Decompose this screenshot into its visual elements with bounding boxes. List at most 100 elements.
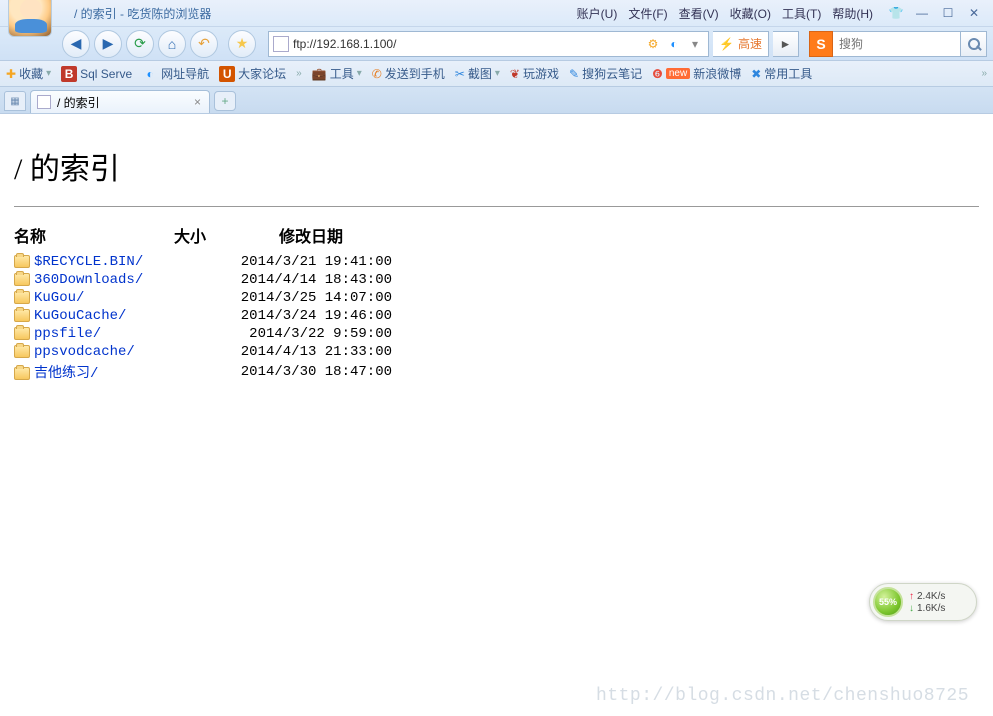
navigation-toolbar: ◀ ▶ ⟳ ⌂ ↶ ★ ⚙ ◐ ▾ ⚡ 高速 ► S [0, 27, 993, 61]
tab-active[interactable]: / 的索引 × [30, 90, 210, 113]
tabs-tile-button[interactable]: ▦ [4, 91, 26, 111]
bookmark-icon: U [219, 66, 235, 82]
skin-icon[interactable]: 👕 [887, 4, 905, 22]
cell-date: 2014/4/14 18:43:00 [230, 271, 400, 289]
new-tab-button[interactable]: + [214, 91, 236, 111]
menu-help[interactable]: 帮助(H) [828, 5, 877, 22]
briefcase-icon: 💼 [312, 67, 327, 81]
favorite-button[interactable]: ★ [228, 30, 256, 58]
bookmark-forum[interactable]: U大家论坛 [219, 65, 286, 82]
network-monitor[interactable]: 55% ↑2.4K/s ↓1.6K/s [869, 583, 977, 621]
forward-button[interactable]: ▶ [94, 30, 122, 58]
undo-button[interactable]: ↶ [190, 30, 218, 58]
bookmark-sitenav[interactable]: ◐网址导航 [142, 65, 209, 82]
cell-size [174, 253, 230, 271]
cpu-dial: 55% [873, 587, 903, 617]
page-icon [273, 36, 289, 52]
speed-label: 高速 [738, 35, 762, 52]
directory-link[interactable]: KuGouCache/ [34, 308, 126, 324]
close-button[interactable]: ✕ [965, 4, 983, 22]
divider [14, 206, 979, 207]
folder-icon [14, 273, 30, 286]
table-row: KuGou/2014/3/25 14:07:00 [14, 289, 400, 307]
ext-games[interactable]: ❦玩游戏 [510, 65, 559, 82]
menu-account[interactable]: 账户(U) [573, 5, 622, 22]
addr-dropdown-icon[interactable]: ▾ [686, 35, 704, 53]
directory-listing: 名称 大小 修改日期 $RECYCLE.BIN/2014/3/21 19:41:… [14, 221, 400, 383]
user-avatar[interactable] [8, 0, 52, 37]
lightning-icon: ⚡ [719, 37, 734, 51]
upload-speed: 2.4K/s [917, 591, 945, 602]
window-title: / 的索引 - 吃货陈的浏览器 [60, 5, 573, 22]
folder-icon [14, 309, 30, 322]
ext-sendtophone[interactable]: ✆发送到手机 [372, 65, 445, 82]
back-button[interactable]: ◀ [62, 30, 90, 58]
col-size: 大小 [174, 221, 230, 253]
directory-link[interactable]: $RECYCLE.BIN/ [34, 254, 143, 270]
cell-size [174, 307, 230, 325]
directory-link[interactable]: KuGou/ [34, 290, 84, 306]
speed-mode[interactable]: ⚡ 高速 [713, 31, 769, 57]
close-tab-icon[interactable]: × [194, 95, 201, 109]
overflow-icon[interactable]: » [981, 68, 987, 79]
cell-size [174, 289, 230, 307]
search-input[interactable] [833, 31, 961, 57]
directory-link[interactable]: ppsfile/ [34, 326, 101, 342]
table-row: ppsfile/2014/3/22 9:59:00 [14, 325, 400, 343]
folder-icon [14, 327, 30, 340]
compat-icon[interactable]: ⚙ [644, 35, 662, 53]
ext-cloudnotes[interactable]: ✎搜狗云笔记 [569, 65, 642, 82]
cell-date: 2014/3/25 14:07:00 [230, 289, 400, 307]
bookmark-sqlserve[interactable]: BSql Serve [61, 66, 132, 82]
download-speed: 1.6K/s [917, 603, 945, 614]
note-icon: ✎ [569, 67, 579, 81]
address-bar[interactable]: ⚙ ◐ ▾ [268, 31, 709, 57]
ext-commontools[interactable]: ✖常用工具 [751, 65, 812, 82]
new-badge: new [666, 68, 690, 79]
weibo-icon: ❻ [652, 67, 663, 81]
table-row: ppsvodcache/2014/4/13 21:33:00 [14, 343, 400, 361]
reload-button[interactable]: ⟳ [126, 30, 154, 58]
go-button[interactable]: ► [773, 31, 799, 57]
tools-dropdown[interactable]: 💼工具▾ [312, 65, 362, 82]
add-favorite[interactable]: ✚收藏▾ [6, 65, 51, 82]
scissors-icon: ✂ [455, 67, 465, 81]
menu-favorites[interactable]: 收藏(O) [726, 5, 775, 22]
search-button[interactable] [961, 31, 987, 57]
directory-link[interactable]: 吉他练习/ [34, 366, 98, 382]
bookmarks-bar: ✚收藏▾ BSql Serve ◐网址导航 U大家论坛 » 💼工具▾ ✆发送到手… [0, 61, 993, 87]
folder-icon [14, 367, 30, 380]
table-row: 吉他练习/2014/3/30 18:47:00 [14, 361, 400, 383]
minimize-button[interactable]: — [913, 4, 931, 22]
home-button[interactable]: ⌂ [158, 30, 186, 58]
menu-tools[interactable]: 工具(T) [778, 5, 825, 22]
cell-date: 2014/3/22 9:59:00 [230, 325, 400, 343]
cell-date: 2014/3/30 18:47:00 [230, 361, 400, 383]
folder-icon [14, 345, 30, 358]
arrow-up-icon: ↑ [909, 591, 914, 602]
directory-link[interactable]: ppsvodcache/ [34, 344, 135, 360]
title-bar: / 的索引 - 吃货陈的浏览器 账户(U) 文件(F) 查看(V) 收藏(O) … [0, 0, 993, 27]
table-row: KuGouCache/2014/3/24 19:46:00 [14, 307, 400, 325]
ext-weibo[interactable]: ❻new新浪微博 [652, 65, 741, 82]
folder-icon [14, 291, 30, 304]
tab-bar: ▦ / 的索引 × + [0, 87, 993, 114]
arrow-down-icon: ↓ [909, 603, 914, 614]
search-engine-icon[interactable]: S [809, 31, 833, 57]
maximize-button[interactable]: ☐ [939, 4, 957, 22]
menu-view[interactable]: 查看(V) [675, 5, 723, 22]
bookmark-icon: B [61, 66, 77, 82]
cell-size [174, 361, 230, 383]
table-row: 360Downloads/2014/4/14 18:43:00 [14, 271, 400, 289]
directory-link[interactable]: 360Downloads/ [34, 272, 143, 288]
browser-mode-icon[interactable]: ◐ [665, 35, 683, 53]
search-icon [968, 38, 980, 50]
table-row: $RECYCLE.BIN/2014/3/21 19:41:00 [14, 253, 400, 271]
page-icon [37, 95, 51, 109]
ext-screenshot[interactable]: ✂截图▾ [455, 65, 500, 82]
col-name: 名称 [14, 221, 174, 253]
address-input[interactable] [293, 37, 640, 51]
menu-file[interactable]: 文件(F) [624, 5, 671, 22]
phone-icon: ✆ [372, 67, 382, 81]
overflow-icon[interactable]: » [296, 68, 302, 79]
